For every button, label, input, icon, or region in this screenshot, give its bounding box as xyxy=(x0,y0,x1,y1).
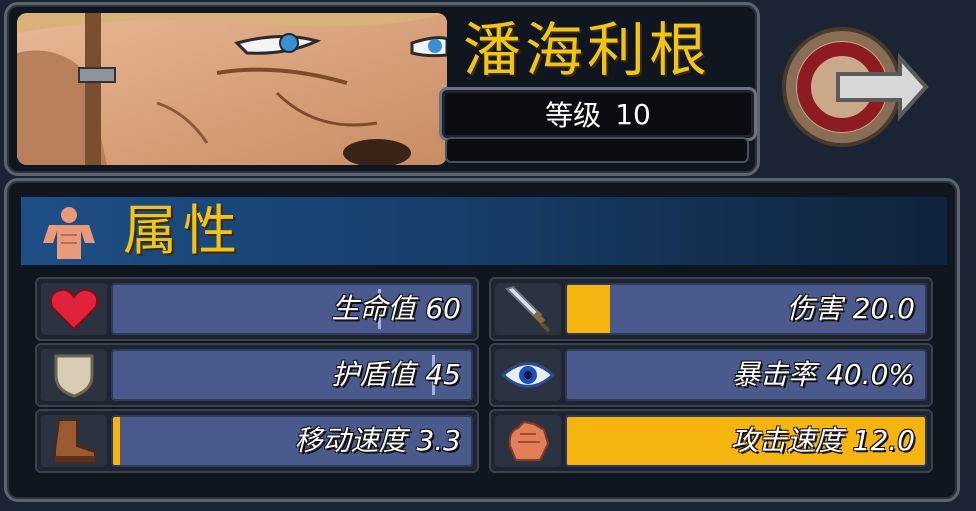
stat-row-shield: 护盾值 45 xyxy=(35,343,479,407)
stat-health-value: 60 xyxy=(425,292,461,325)
stat-move-speed-text: 移动速度 3.3 xyxy=(284,417,461,465)
character-header: 潘海利根 等级 10 xyxy=(4,2,760,176)
stat-shield-value: 45 xyxy=(425,358,461,391)
stat-row-damage: 伤害 20.0 xyxy=(489,277,933,341)
character-portrait xyxy=(17,13,447,165)
shield-icon xyxy=(54,354,94,398)
fist-icon xyxy=(508,420,550,461)
stat-row-crit-rate: 暴击率 40.0% xyxy=(489,343,933,407)
attributes-title: 属性 xyxy=(123,199,243,262)
stat-move-speed-value: 3.3 xyxy=(416,424,461,457)
stat-shield-text: 护盾值 45 xyxy=(321,351,461,399)
stat-row-move-speed: 移动速度 3.3 xyxy=(35,409,479,473)
stat-attack-speed-value: 12.0 xyxy=(852,424,915,457)
stat-crit-rate-text: 暴击率 40.0% xyxy=(722,351,915,399)
stat-attack-speed-label: 攻击速度 xyxy=(730,424,843,457)
eye-icon xyxy=(501,362,555,388)
stat-attack-speed-text: 攻击速度 12.0 xyxy=(721,417,915,465)
level-box: 等级 10 xyxy=(439,87,757,141)
stat-move-speed-label: 移动速度 xyxy=(294,424,407,457)
attributes-header: 属性 xyxy=(21,197,947,265)
body-icon xyxy=(43,207,95,259)
stat-health-text: 生命值 60 xyxy=(321,285,461,333)
stat-damage-value: 20.0 xyxy=(852,292,915,325)
stat-row-health: 生命值 60 xyxy=(35,277,479,341)
experience-bar xyxy=(445,137,749,163)
stat-health-label: 生命值 xyxy=(331,292,416,325)
stat-crit-rate-value: 40.0% xyxy=(826,358,915,391)
back-button[interactable] xyxy=(780,22,930,152)
back-arrow-icon xyxy=(782,27,929,147)
stat-damage-text: 伤害 20.0 xyxy=(777,285,915,333)
character-name: 潘海利根 xyxy=(463,16,712,84)
stat-damage-label: 伤害 xyxy=(786,292,843,325)
stat-shield-label: 护盾值 xyxy=(331,358,416,391)
level-label: 等级 xyxy=(545,99,602,132)
sword-icon xyxy=(505,285,551,333)
level-value: 10 xyxy=(615,97,651,131)
attributes-panel: 属性 生命值 60 护盾值 45 移动速度 3.3 伤害 20.0 暴击率 40… xyxy=(4,178,960,502)
stat-crit-rate-label: 暴击率 xyxy=(732,358,817,391)
stat-row-attack-speed: 攻击速度 12.0 xyxy=(489,409,933,473)
heart-icon xyxy=(49,288,99,331)
boot-icon xyxy=(54,419,96,463)
